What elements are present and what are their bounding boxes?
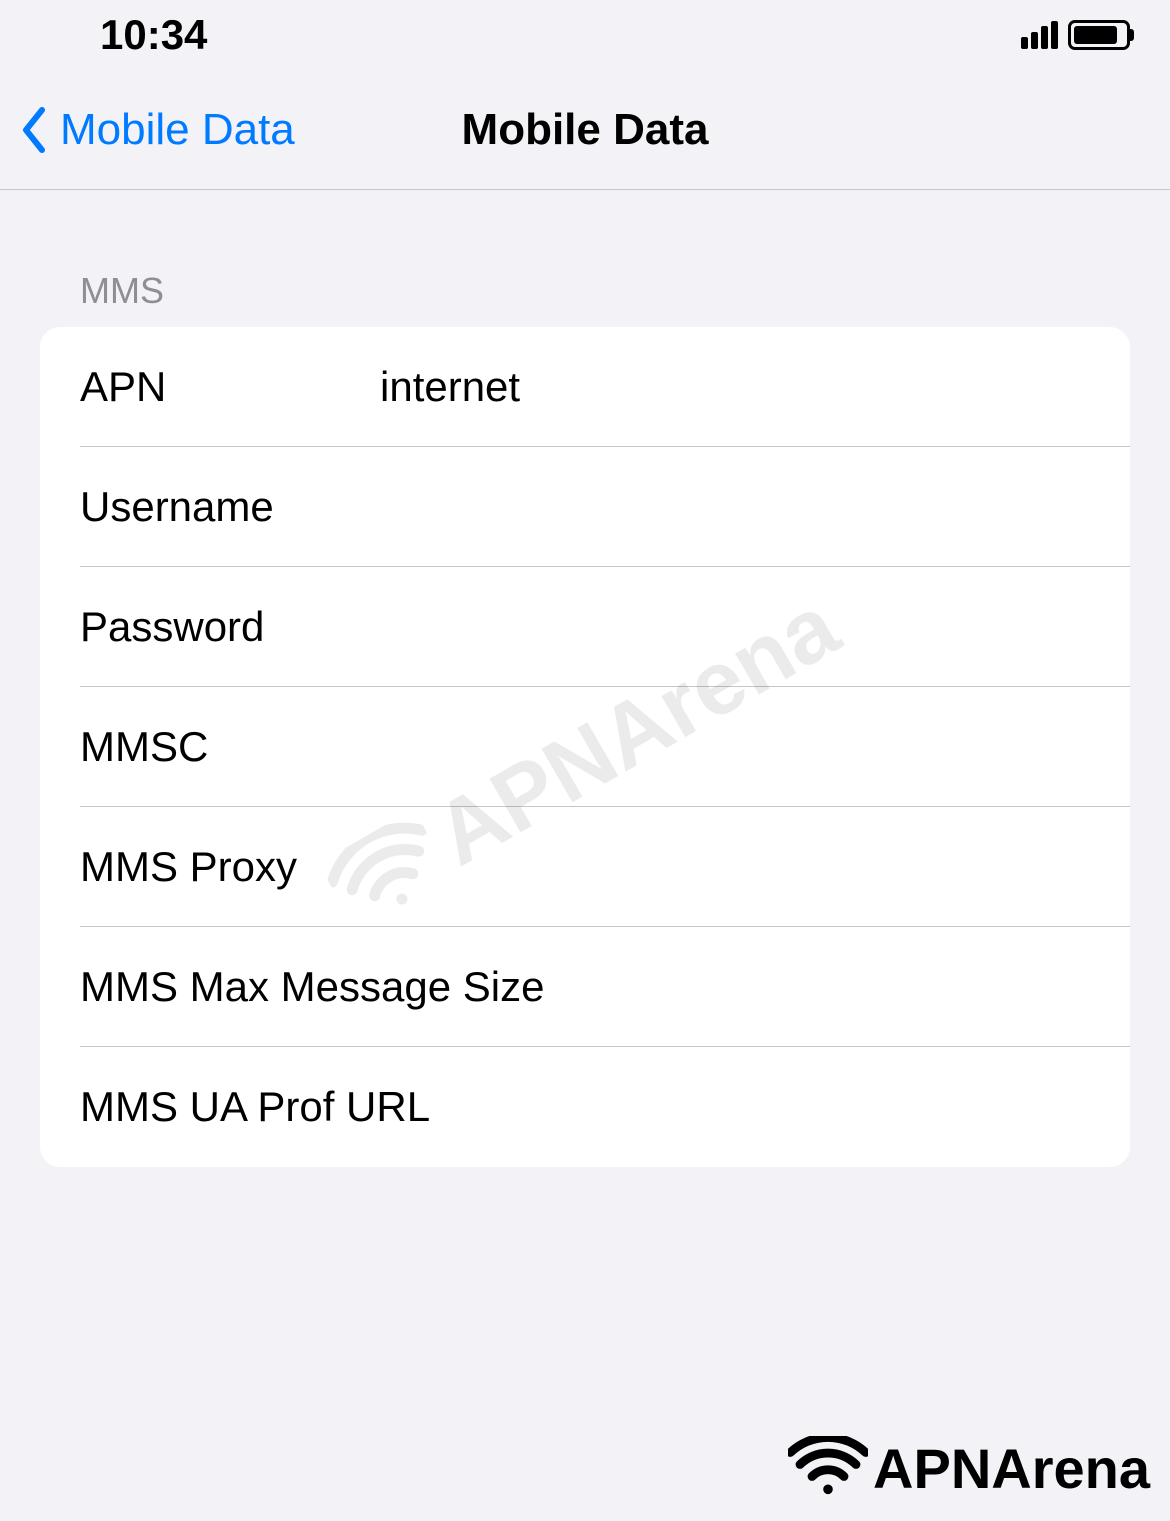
mms-settings-group: APN Username Password MMSC MMS Proxy MMS… bbox=[40, 327, 1130, 1167]
username-label: Username bbox=[80, 483, 380, 531]
password-row[interactable]: Password bbox=[40, 567, 1130, 687]
username-row[interactable]: Username bbox=[40, 447, 1130, 567]
apn-input[interactable] bbox=[380, 363, 1090, 411]
mmsc-label: MMSC bbox=[80, 723, 380, 771]
password-input[interactable] bbox=[380, 603, 1090, 651]
back-button-label: Mobile Data bbox=[60, 105, 295, 155]
back-button[interactable]: Mobile Data bbox=[20, 105, 295, 155]
mms-proxy-row[interactable]: MMS Proxy bbox=[40, 807, 1130, 927]
mms-max-size-input[interactable] bbox=[544, 963, 1090, 1011]
branding-logo: APNArena bbox=[788, 1436, 1150, 1501]
apn-label: APN bbox=[80, 363, 380, 411]
mms-max-size-label: MMS Max Message Size bbox=[80, 963, 544, 1011]
apn-row[interactable]: APN bbox=[40, 327, 1130, 447]
mms-proxy-input[interactable] bbox=[380, 843, 1090, 891]
battery-icon bbox=[1068, 20, 1130, 50]
navigation-bar: Mobile Data Mobile Data bbox=[0, 70, 1170, 190]
mmsc-input[interactable] bbox=[380, 723, 1090, 771]
status-time: 10:34 bbox=[100, 11, 207, 59]
wifi-icon bbox=[788, 1436, 868, 1501]
status-icons bbox=[1021, 20, 1130, 50]
username-input[interactable] bbox=[380, 483, 1090, 531]
mms-ua-prof-row[interactable]: MMS UA Prof URL bbox=[40, 1047, 1130, 1167]
mms-proxy-label: MMS Proxy bbox=[80, 843, 380, 891]
page-title: Mobile Data bbox=[462, 105, 709, 155]
mmsc-row[interactable]: MMSC bbox=[40, 687, 1130, 807]
content-area: MMS APN Username Password MMSC MMS Proxy bbox=[0, 190, 1170, 1167]
cellular-signal-icon bbox=[1021, 21, 1058, 49]
section-header-mms: MMS bbox=[40, 270, 1130, 327]
mms-ua-prof-input[interactable] bbox=[430, 1083, 1090, 1131]
password-label: Password bbox=[80, 603, 380, 651]
mms-max-size-row[interactable]: MMS Max Message Size bbox=[40, 927, 1130, 1047]
chevron-left-icon bbox=[20, 105, 50, 155]
branding-text: APNArena bbox=[873, 1436, 1150, 1501]
mms-ua-prof-label: MMS UA Prof URL bbox=[80, 1083, 430, 1131]
status-bar: 10:34 bbox=[0, 0, 1170, 70]
